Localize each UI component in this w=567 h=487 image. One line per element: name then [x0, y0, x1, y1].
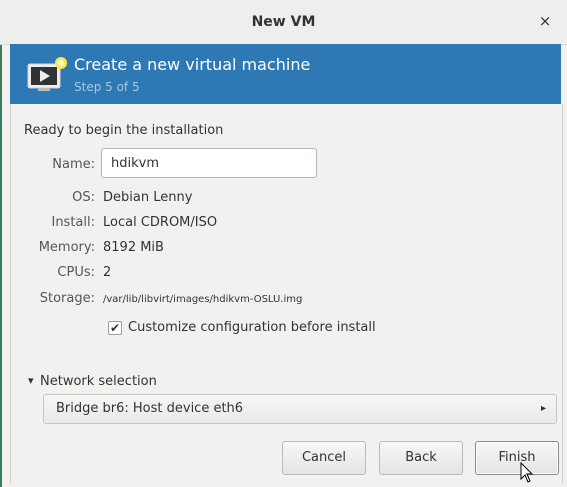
os-label: OS: — [72, 190, 95, 205]
mouse-cursor-icon — [520, 462, 534, 483]
customize-checkbox[interactable]: ✔ — [108, 321, 122, 335]
os-value: Debian Lenny — [103, 190, 193, 205]
window-title: New VM — [251, 14, 316, 30]
cpus-label: CPUs: — [57, 265, 95, 280]
summary-heading: Ready to begin the installation — [24, 123, 224, 138]
finish-button[interactable]: Finish — [475, 441, 559, 475]
window-edge — [0, 0, 2, 487]
install-value: Local CDROM/ISO — [103, 215, 218, 230]
virtual-machine-icon — [27, 57, 67, 91]
dropdown-arrow-icon: ▸ — [540, 403, 546, 414]
storage-value: /var/lib/libvirt/images/hdikvm-OSLU.img — [103, 294, 303, 305]
customize-label[interactable]: Customize configuration before install — [128, 320, 376, 335]
banner-title: Create a new virtual machine — [74, 55, 311, 74]
network-select[interactable]: Bridge br6: Host device eth6 ▸ — [43, 394, 557, 424]
memory-value: 8192 MiB — [103, 240, 164, 255]
banner-step: Step 5 of 5 — [74, 80, 140, 94]
cpus-value: 2 — [103, 265, 112, 280]
title-bar: New VM × — [0, 0, 567, 45]
memory-label: Memory: — [38, 240, 95, 255]
name-label: Name: — [52, 157, 95, 172]
back-button[interactable]: Back — [379, 441, 463, 475]
cancel-button[interactable]: Cancel — [282, 441, 366, 475]
wizard-banner: Create a new virtual machine Step 5 of 5 — [10, 44, 561, 104]
storage-label: Storage: — [39, 291, 95, 306]
vm-name-input[interactable] — [101, 148, 317, 178]
install-label: Install: — [51, 215, 95, 230]
close-icon[interactable]: × — [537, 13, 553, 29]
network-selected-value: Bridge br6: Host device eth6 — [56, 401, 244, 416]
expander-icon[interactable]: ▾ — [28, 374, 34, 387]
network-expander[interactable]: Network selection — [40, 374, 157, 389]
